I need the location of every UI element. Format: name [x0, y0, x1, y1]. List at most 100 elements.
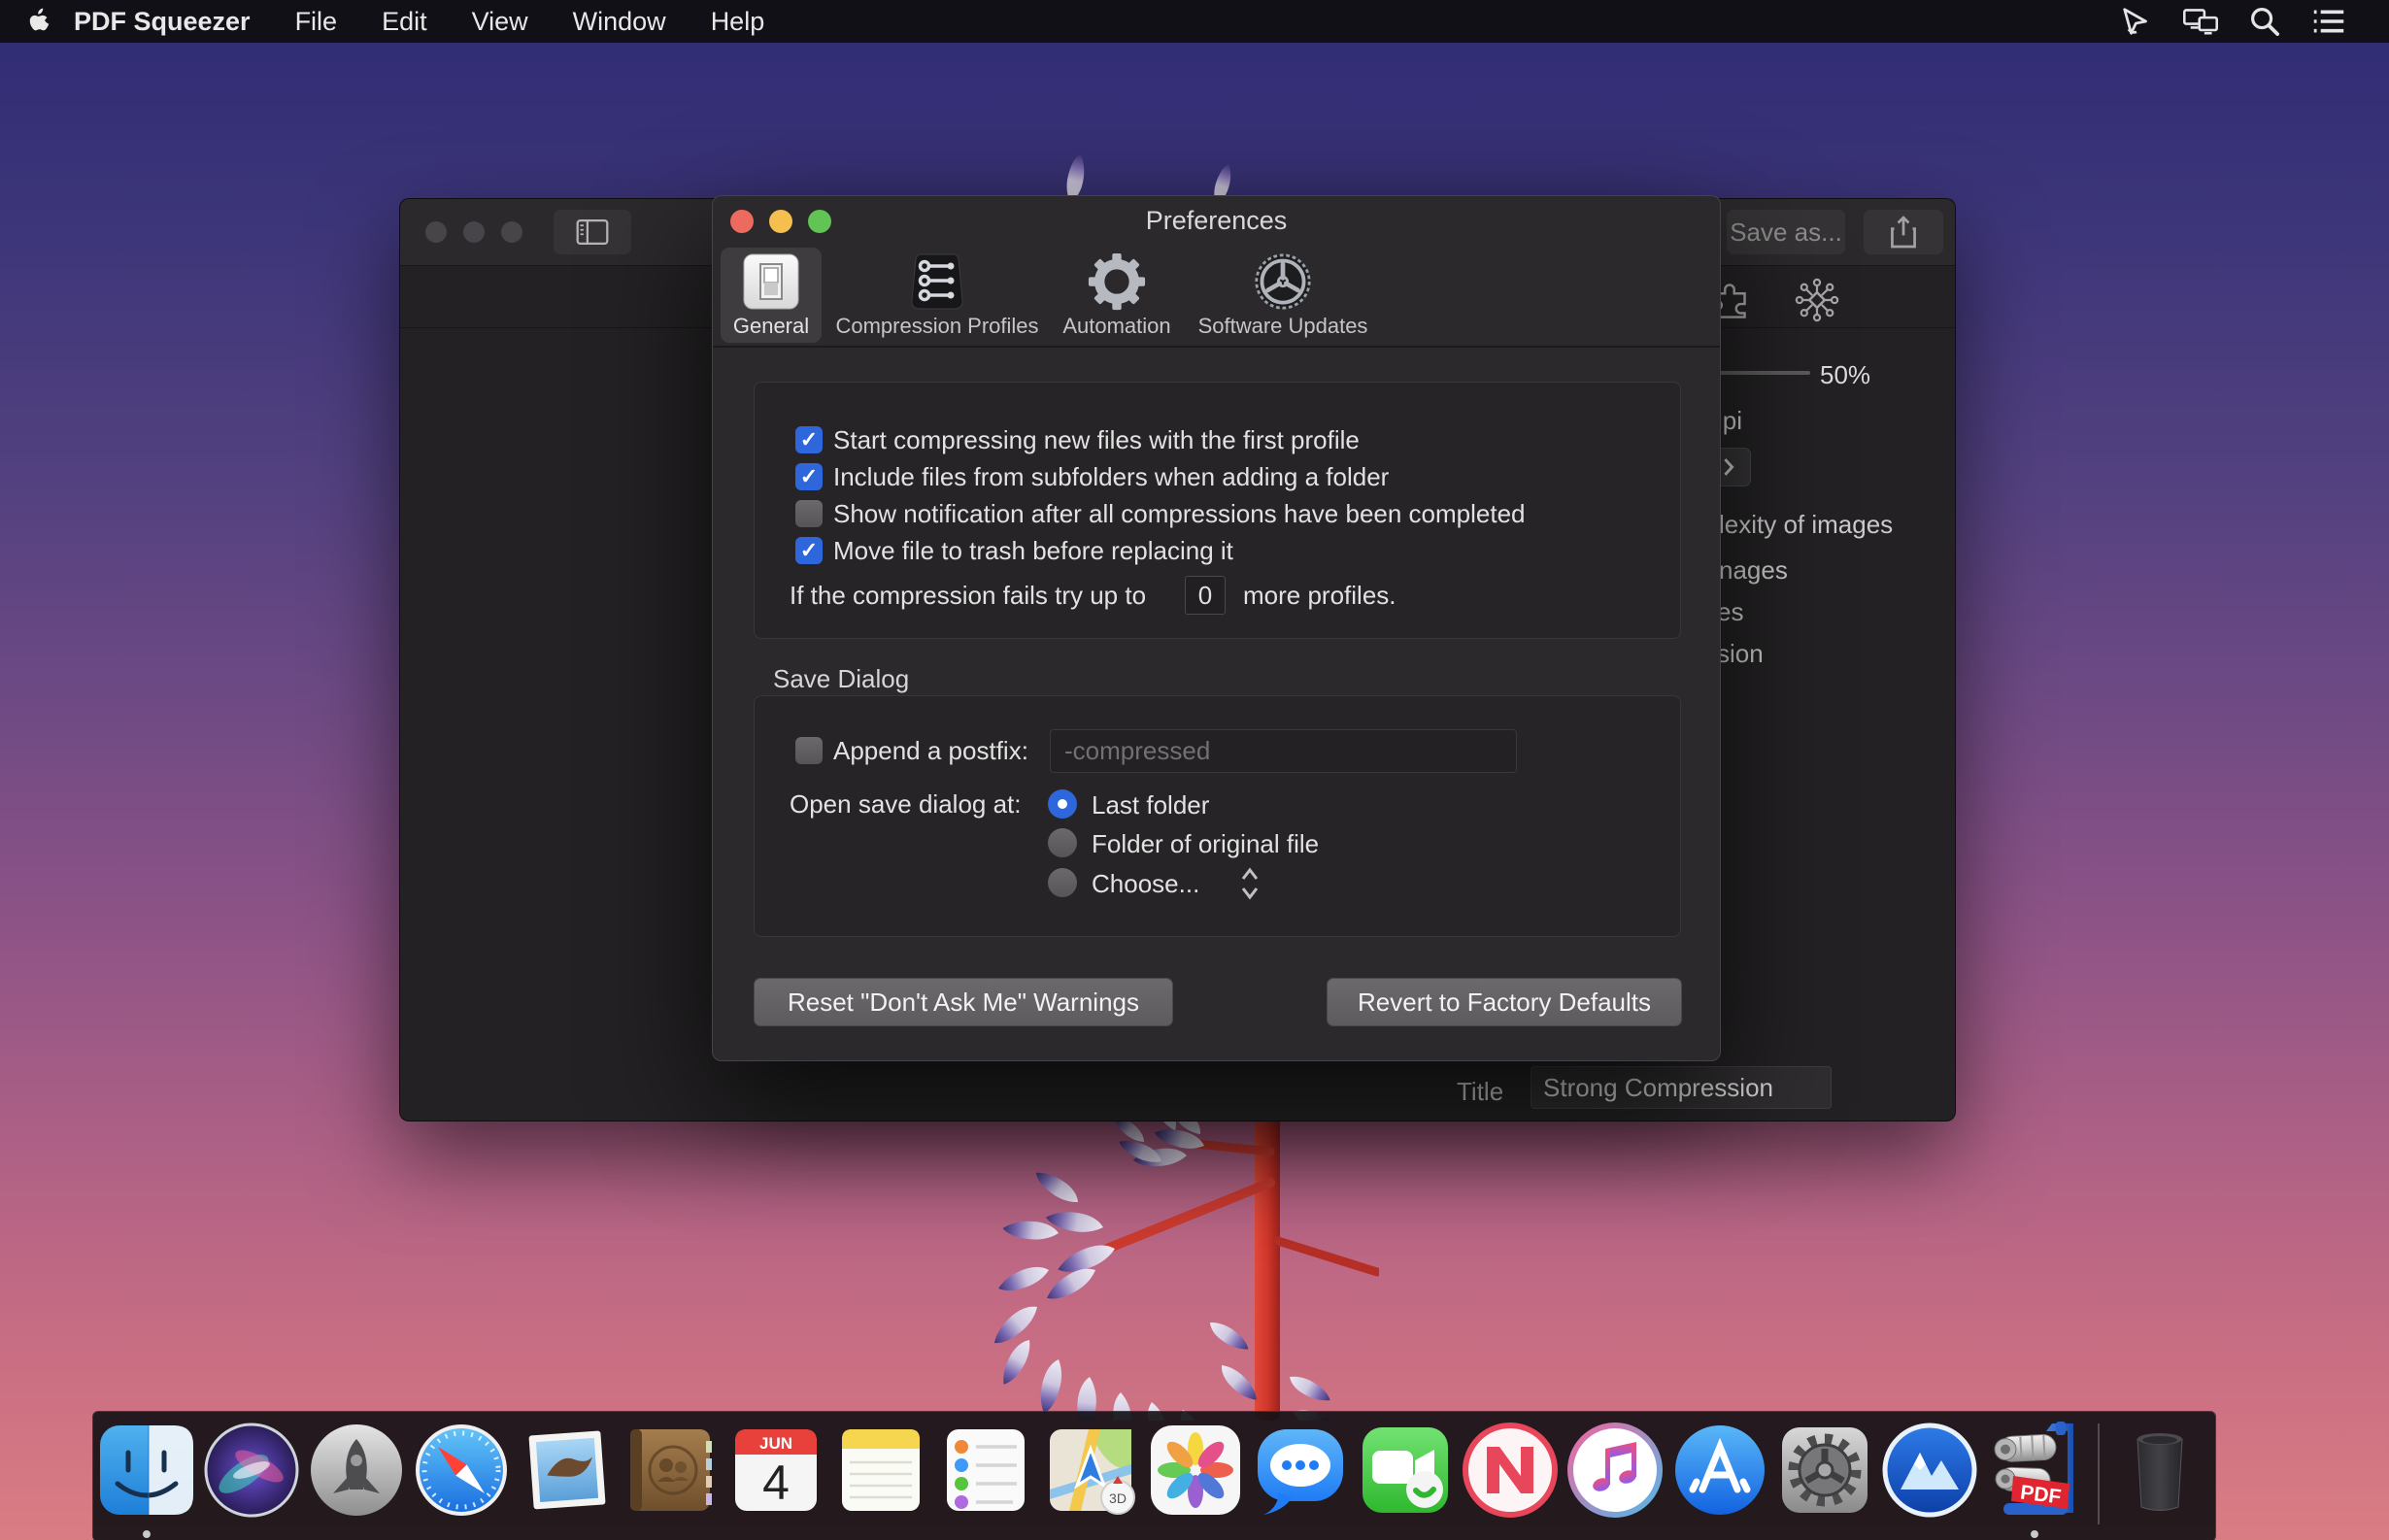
search-icon[interactable]: [2247, 7, 2282, 36]
preferences-toolbar: General Compression Profiles: [713, 245, 1720, 348]
menu-edit[interactable]: Edit: [382, 7, 427, 37]
menu-file[interactable]: File: [295, 7, 338, 37]
append-postfix-label: Append a postfix:: [833, 737, 1028, 764]
dock-launchpad-icon[interactable]: [306, 1420, 407, 1521]
minimize-button[interactable]: [769, 210, 792, 233]
wrenches-icon: [827, 248, 1047, 316]
radio-label: Last folder: [1092, 790, 1209, 820]
option-label-truncated-1: lexity of images: [1719, 510, 1893, 540]
checkbox-append-postfix[interactable]: [795, 737, 823, 764]
apple-menu[interactable]: [25, 7, 50, 36]
radio-label: Choose...: [1092, 869, 1199, 898]
checkbox-label: Start compressing new files with the fir…: [833, 426, 1360, 453]
save-as-button[interactable]: Save as...: [1727, 210, 1845, 254]
revert-defaults-label: Revert to Factory Defaults: [1358, 988, 1651, 1018]
share-button[interactable]: [1864, 210, 1943, 254]
dock-app-store-icon[interactable]: [1669, 1420, 1770, 1521]
tab-compression-profiles[interactable]: Compression Profiles: [827, 248, 1047, 343]
gear-icon: [1053, 248, 1181, 316]
dock-app-cleaner-icon[interactable]: [1879, 1420, 1980, 1521]
radio-folder-of-original[interactable]: [1048, 828, 1077, 857]
tab-software-updates[interactable]: Software Updates: [1187, 248, 1379, 343]
reset-warnings-label: Reset "Don't Ask Me" Warnings: [788, 988, 1139, 1018]
tab-automation[interactable]: Automation: [1053, 248, 1181, 343]
share-icon: [1890, 216, 1917, 249]
tab-general[interactable]: General: [721, 248, 822, 343]
desktop: PDF Squeezer File Edit View Window Help: [0, 0, 2389, 1540]
reset-warnings-button[interactable]: Reset "Don't Ask Me" Warnings: [754, 978, 1173, 1026]
minimize-button-inactive[interactable]: [463, 221, 485, 243]
dock-music-icon[interactable]: [1565, 1420, 1666, 1521]
up-down-chevrons-icon: [1237, 865, 1262, 902]
maps-3d-text: 3D: [1109, 1490, 1127, 1506]
dock-news-icon[interactable]: [1460, 1420, 1561, 1521]
checkbox-include-subfolders[interactable]: [795, 463, 823, 490]
dock-maps-icon[interactable]: 3D: [1040, 1420, 1141, 1521]
dock-calendar-icon[interactable]: JUN 4: [725, 1420, 826, 1521]
checkbox-label: Show notification after all compressions…: [833, 500, 1526, 527]
checkbox-label: Include files from subfolders when addin…: [833, 463, 1389, 490]
retry-count-field[interactable]: 0: [1185, 576, 1226, 615]
apple-icon: [25, 7, 50, 36]
dock-contacts-icon[interactable]: [621, 1420, 722, 1521]
save-as-label: Save as...: [1730, 218, 1842, 248]
save-dialog-section-label: Save Dialog: [773, 665, 909, 692]
software-update-gear-icon: [1187, 248, 1379, 316]
calendar-day-text: 4: [762, 1456, 790, 1510]
finder-running-indicator: [143, 1530, 151, 1538]
retry-suffix-label: more profiles.: [1243, 582, 1396, 609]
menu-list-icon[interactable]: [2311, 7, 2346, 36]
zoom-button-inactive[interactable]: [501, 221, 522, 243]
profile-title-label: Title: [1457, 1077, 1503, 1107]
chevron-right-icon: [1723, 457, 1734, 477]
dock-trash-icon[interactable]: [2109, 1420, 2210, 1521]
calendar-month-text: JUN: [759, 1434, 792, 1453]
checkbox-move-to-trash[interactable]: [795, 537, 823, 564]
radio-choose[interactable]: [1048, 868, 1077, 897]
dock-reminders-icon[interactable]: [935, 1420, 1036, 1521]
menu-help[interactable]: Help: [711, 7, 765, 37]
dock: JUN 4: [92, 1411, 2216, 1540]
light-switch-icon: [721, 248, 822, 316]
dock-facetime-icon[interactable]: [1355, 1420, 1456, 1521]
preferences-title: Preferences: [713, 196, 1720, 245]
close-button[interactable]: [730, 210, 754, 233]
dock-divider: [2098, 1423, 2100, 1524]
open-save-dialog-label: Open save dialog at:: [790, 790, 1022, 818]
pointer-icon[interactable]: [2119, 7, 2154, 36]
menu-window[interactable]: Window: [573, 7, 666, 37]
radio-label: Folder of original file: [1092, 829, 1319, 858]
dock-pdf-squeezer-icon[interactable]: PDF: [1984, 1420, 2085, 1521]
dock-photos-icon[interactable]: [1145, 1420, 1246, 1521]
dock-safari-icon[interactable]: [411, 1420, 512, 1521]
preferences-dialog: Preferences General: [712, 195, 1721, 1061]
menu-view[interactable]: View: [472, 7, 528, 37]
profile-title-field[interactable]: [1531, 1066, 1832, 1109]
sidebar-toggle-icon: [576, 218, 609, 246]
postfix-input[interactable]: [1050, 729, 1517, 773]
radio-last-folder[interactable]: [1048, 789, 1077, 819]
quality-percent-value: 50%: [1820, 360, 1870, 390]
checkbox-show-notification[interactable]: [795, 500, 823, 527]
menu-bar: PDF Squeezer File Edit View Window Help: [0, 0, 2389, 43]
network-hub-icon[interactable]: [1793, 276, 1841, 329]
dock-system-preferences-icon[interactable]: [1774, 1420, 1875, 1521]
dock-finder-icon[interactable]: [96, 1420, 197, 1521]
sidebar-toggle-button[interactable]: [554, 210, 631, 254]
close-button-inactive[interactable]: [425, 221, 447, 243]
zoom-button[interactable]: [808, 210, 831, 233]
displays-icon[interactable]: [2183, 7, 2218, 36]
option-label-truncated-3: es: [1717, 597, 1743, 627]
dock-mail-icon[interactable]: [516, 1420, 617, 1521]
dock-notes-icon[interactable]: [830, 1420, 931, 1521]
checkbox-start-compressing[interactable]: [795, 426, 823, 453]
dock-messages-icon[interactable]: [1250, 1420, 1351, 1521]
choose-folder-stepper[interactable]: [1237, 865, 1262, 907]
option-label-truncated-2: nages: [1719, 555, 1788, 586]
option-label-truncated-4: sion: [1717, 639, 1764, 669]
menu-app-name[interactable]: PDF Squeezer: [74, 7, 251, 37]
dock-siri-icon[interactable]: [201, 1420, 302, 1521]
retry-prefix-label: If the compression fails try up to: [790, 582, 1146, 609]
revert-defaults-button[interactable]: Revert to Factory Defaults: [1327, 978, 1682, 1026]
pdf-squeezer-running-indicator: [2031, 1530, 2038, 1538]
